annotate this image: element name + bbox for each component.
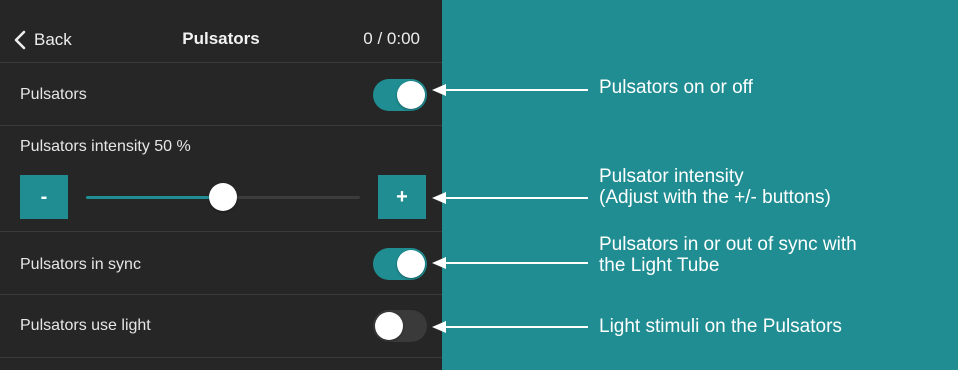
callout-sync-line2: the Light Tube — [599, 255, 720, 276]
callout-sync-line1: Pulsators in or out of sync with — [599, 234, 857, 255]
arrow-left-icon — [432, 257, 588, 269]
callout-intensity-line2: (Adjust with the +/- buttons) — [599, 187, 831, 208]
divider — [0, 231, 442, 232]
intensity-decrease-button[interactable]: - — [20, 175, 68, 219]
arrow-left-icon — [432, 84, 588, 96]
divider — [0, 125, 442, 126]
pulsators-toggle[interactable] — [373, 79, 427, 111]
toggle-knob — [397, 81, 425, 109]
pulsators-label: Pulsators — [20, 86, 87, 103]
use-light-label: Pulsators use light — [20, 317, 151, 334]
divider — [0, 62, 442, 63]
divider — [0, 357, 442, 358]
slider-fill — [86, 196, 223, 199]
use-light-toggle[interactable] — [373, 310, 427, 342]
intensity-increase-button[interactable]: + — [378, 175, 426, 219]
divider — [0, 294, 442, 295]
intensity-slider[interactable] — [86, 183, 360, 211]
sync-label: Pulsators in sync — [20, 256, 141, 273]
arrow-left-icon — [432, 192, 588, 204]
callout-light-stimuli: Light stimuli on the Pulsators — [599, 316, 842, 337]
session-status: 0 / 0:00 — [363, 29, 420, 48]
toggle-knob — [375, 312, 403, 340]
sync-toggle[interactable] — [373, 248, 427, 280]
arrow-left-icon — [432, 321, 588, 333]
intensity-label: Pulsators intensity 50 % — [20, 138, 191, 155]
settings-panel: Back Pulsators 0 / 0:00 Pulsators Pulsat… — [0, 0, 442, 370]
navigation-bar: Back Pulsators 0 / 0:00 — [0, 0, 442, 62]
toggle-knob — [397, 250, 425, 278]
slider-thumb[interactable] — [209, 183, 237, 211]
callout-pulsators-onoff: Pulsators on or off — [599, 77, 753, 98]
callout-intensity-line1: Pulsator intensity — [599, 166, 744, 187]
